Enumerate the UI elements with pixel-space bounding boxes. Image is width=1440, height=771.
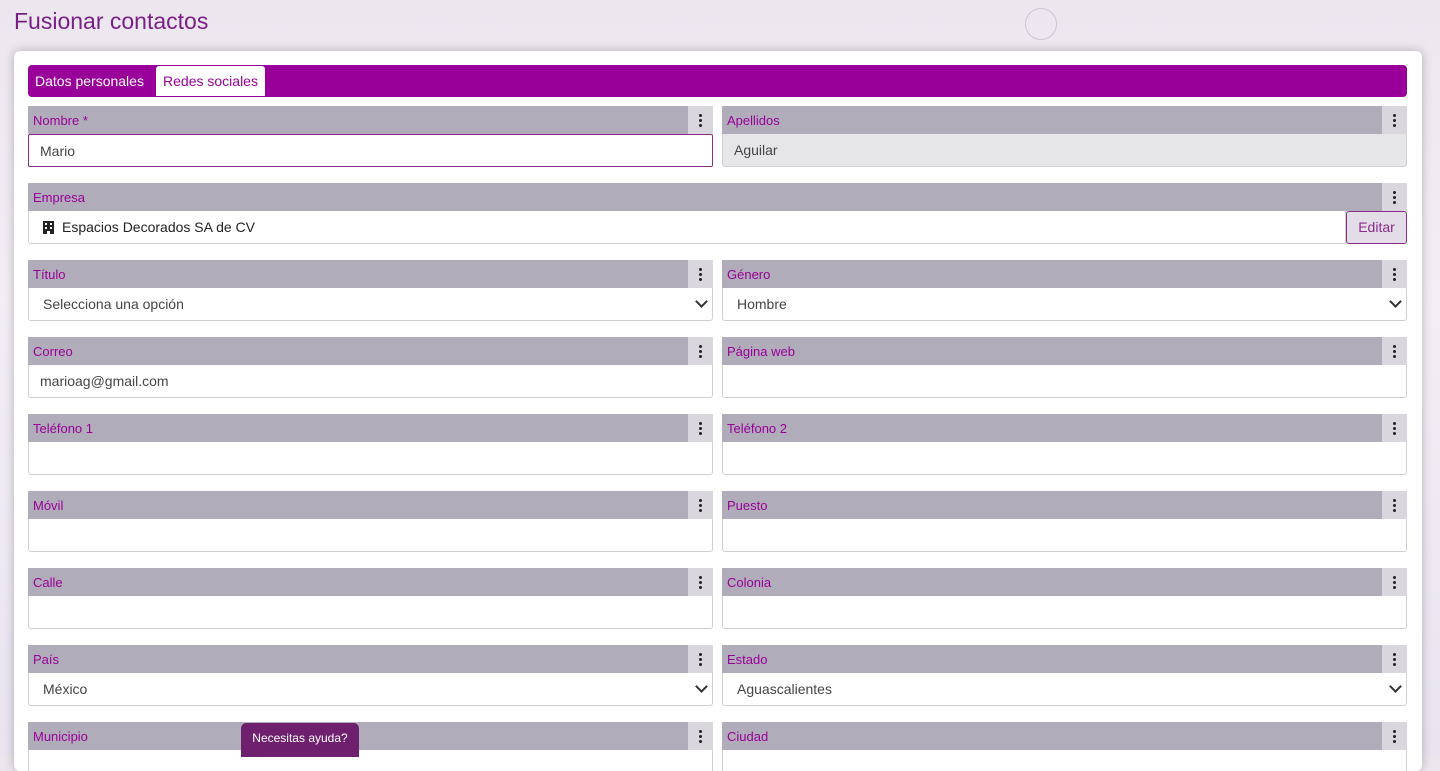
telefono2-input[interactable]: [722, 442, 1407, 475]
field-telefono2: Teléfono 2: [722, 414, 1407, 475]
kebab-menu-icon[interactable]: [688, 414, 713, 442]
kebab-menu-icon[interactable]: [1382, 568, 1407, 596]
field-label: Ciudad: [727, 729, 769, 744]
kebab-menu-icon[interactable]: [1382, 337, 1407, 365]
kebab-menu-icon[interactable]: [688, 491, 713, 519]
kebab-menu-icon[interactable]: [1382, 722, 1407, 750]
chevron-down-icon: [1389, 295, 1402, 308]
estado-select[interactable]: Aguascalientes: [722, 673, 1407, 706]
genero-select[interactable]: Hombre: [722, 288, 1407, 321]
kebab-menu-icon[interactable]: [1382, 183, 1407, 211]
field-genero: Género Hombre: [722, 260, 1407, 321]
kebab-menu-icon[interactable]: [688, 722, 713, 750]
kebab-menu-icon[interactable]: [1382, 645, 1407, 673]
genero-selected: Hombre: [737, 296, 787, 312]
kebab-menu-icon[interactable]: [1382, 106, 1407, 134]
puesto-input[interactable]: [722, 519, 1407, 552]
field-label: Empresa: [33, 190, 86, 205]
chevron-down-icon: [1389, 680, 1402, 693]
decorative-circle: [1025, 8, 1057, 40]
kebab-menu-icon[interactable]: [688, 260, 713, 288]
titulo-selected: Selecciona una opción: [43, 296, 184, 312]
field-label: Puesto: [727, 498, 768, 513]
field-apellidos: Apellidos Aguilar: [722, 106, 1407, 167]
field-empresa: Empresa Espacios Decorados SA de CV Edit…: [28, 183, 1407, 244]
form-card: Datos personales Redes sociales Nombre *…: [14, 51, 1422, 771]
field-ciudad: Ciudad: [722, 722, 1407, 771]
chevron-down-icon: [695, 680, 708, 693]
field-label: Teléfono 1: [33, 421, 93, 436]
pagina-web-input[interactable]: [722, 365, 1407, 398]
page-title: Fusionar contactos: [14, 8, 209, 34]
correo-input[interactable]: marioag@gmail.com: [28, 365, 713, 398]
field-label: País: [33, 652, 60, 667]
empresa-value: Espacios Decorados SA de CV: [62, 219, 255, 235]
field-label: Estado: [727, 652, 768, 667]
field-municipio: Municipio: [28, 722, 713, 771]
colonia-input[interactable]: [722, 596, 1407, 629]
pais-select[interactable]: México: [28, 673, 713, 706]
field-colonia: Colonia: [722, 568, 1407, 629]
field-label: Colonia: [727, 575, 772, 590]
field-label: Apellidos: [727, 113, 780, 128]
apellidos-input: Aguilar: [722, 134, 1407, 167]
field-pais: País México: [28, 645, 713, 706]
tab-bar: Datos personales Redes sociales: [28, 65, 1407, 97]
kebab-menu-icon[interactable]: [1382, 491, 1407, 519]
tab-redes-sociales[interactable]: Redes sociales: [156, 66, 265, 96]
field-label: Calle: [33, 575, 63, 590]
field-pagina-web: Página web: [722, 337, 1407, 398]
empresa-input[interactable]: Espacios Decorados SA de CV: [28, 211, 1346, 244]
field-titulo: Título Selecciona una opción: [28, 260, 713, 321]
nombre-input[interactable]: Mario: [28, 134, 713, 167]
building-icon: [43, 220, 54, 234]
field-label: Título: [33, 267, 66, 282]
chevron-down-icon: [695, 295, 708, 308]
telefono1-input[interactable]: [28, 442, 713, 475]
kebab-menu-icon[interactable]: [1382, 414, 1407, 442]
field-nombre: Nombre * Mario: [28, 106, 713, 167]
kebab-menu-icon[interactable]: [1382, 260, 1407, 288]
kebab-menu-icon[interactable]: [688, 106, 713, 134]
kebab-menu-icon[interactable]: [688, 568, 713, 596]
tab-datos-personales[interactable]: Datos personales: [28, 66, 156, 96]
field-label: Móvil: [33, 498, 64, 513]
field-label: Página web: [727, 344, 795, 359]
field-movil: Móvil: [28, 491, 713, 552]
field-telefono1: Teléfono 1: [28, 414, 713, 475]
field-calle: Calle: [28, 568, 713, 629]
ciudad-input[interactable]: [722, 750, 1407, 771]
field-label: Teléfono 2: [727, 421, 787, 436]
field-label: Nombre *: [33, 113, 88, 128]
kebab-menu-icon[interactable]: [688, 645, 713, 673]
kebab-menu-icon[interactable]: [688, 337, 713, 365]
municipio-input[interactable]: [28, 750, 713, 771]
estado-selected: Aguascalientes: [737, 681, 832, 697]
movil-input[interactable]: [28, 519, 713, 552]
field-label: Municipio: [33, 729, 88, 744]
field-estado: Estado Aguascalientes: [722, 645, 1407, 706]
pais-selected: México: [43, 681, 88, 697]
field-label: Correo: [33, 344, 73, 359]
field-label: Género: [727, 267, 771, 282]
calle-input[interactable]: [28, 596, 713, 629]
field-puesto: Puesto: [722, 491, 1407, 552]
edit-company-button[interactable]: Editar: [1346, 211, 1407, 244]
help-button[interactable]: Necesitas ayuda?: [241, 723, 359, 757]
titulo-select[interactable]: Selecciona una opción: [28, 288, 713, 321]
field-correo: Correo marioag@gmail.com: [28, 337, 713, 398]
